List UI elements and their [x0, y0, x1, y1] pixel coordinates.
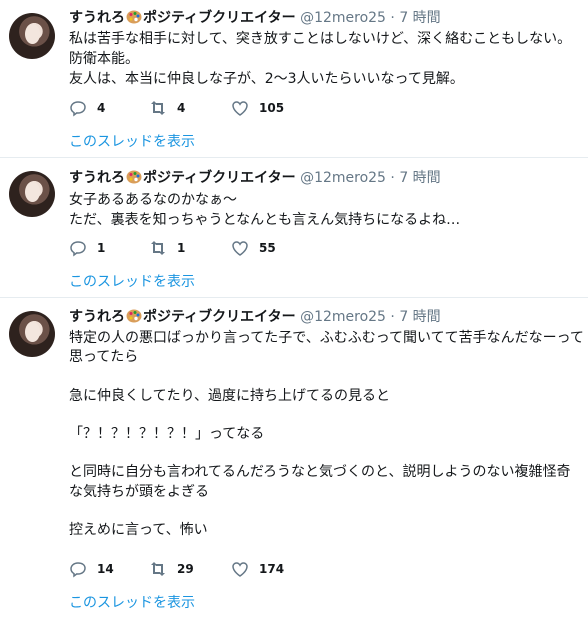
reply-count: 1 — [97, 241, 106, 255]
reply-count: 4 — [97, 101, 106, 115]
retweet-icon — [151, 562, 165, 576]
tweet-header: すうれろ ポジティブクリエイター @12mero25 · 7 時間 — [69, 168, 441, 188]
display-name[interactable]: すうれろ — [69, 10, 125, 26]
retweet-button[interactable]: 4 — [149, 97, 185, 119]
reply-button[interactable]: 4 — [69, 97, 105, 119]
show-thread-link[interactable]: このスレッドを表示 — [69, 131, 195, 151]
like-icon — [232, 101, 248, 116]
palette-icon — [126, 10, 142, 24]
timestamp[interactable]: · 7 時間 — [390, 309, 440, 325]
reply-button[interactable]: 14 — [69, 558, 114, 580]
retweet-icon — [151, 101, 165, 115]
retweet-count: 29 — [177, 562, 194, 576]
timestamp[interactable]: · 7 時間 — [390, 10, 440, 26]
retweet-button[interactable]: 29 — [149, 558, 194, 580]
like-count: 174 — [259, 562, 285, 576]
retweet-count: 4 — [177, 101, 186, 115]
display-name-suffix[interactable]: ポジティブクリエイター — [143, 170, 296, 186]
reply-count: 14 — [97, 562, 114, 576]
timestamp[interactable]: · 7 時間 — [390, 170, 440, 186]
show-thread-link[interactable]: このスレッドを表示 — [69, 592, 195, 612]
reply-icon — [70, 241, 86, 257]
user-handle[interactable]: @12mero25 — [300, 309, 386, 325]
display-name-suffix[interactable]: ポジティブクリエイター — [143, 10, 296, 26]
like-button[interactable]: 105 — [231, 97, 284, 119]
like-count: 55 — [259, 241, 276, 255]
display-name[interactable]: すうれろ — [69, 170, 125, 186]
tweet-header: すうれろ ポジティブクリエイター @12mero25 · 7 時間 — [69, 307, 441, 327]
show-thread-link[interactable]: このスレッドを表示 — [69, 271, 195, 291]
tweet-text: 特定の人の悪口ばっかり言ってた子で、ふむふむって聞いてて苦手なんだなーって思って… — [69, 330, 584, 539]
like-button[interactable]: 55 — [231, 237, 276, 259]
palette-icon — [126, 170, 142, 184]
reply-icon — [70, 562, 86, 578]
user-handle[interactable]: @12mero25 — [300, 10, 386, 26]
like-count: 105 — [259, 101, 285, 115]
display-name[interactable]: すうれろ — [69, 309, 125, 325]
avatar[interactable] — [9, 311, 55, 357]
tweet-3[interactable]: すうれろ ポジティブクリエイター @12mero25 · 7 時間 特定の人の悪口… — [0, 298, 588, 619]
like-icon — [232, 241, 248, 256]
reply-icon — [70, 101, 86, 117]
reply-button[interactable]: 1 — [69, 237, 105, 259]
avatar[interactable] — [9, 13, 55, 59]
like-icon — [232, 562, 248, 577]
tweet-text: 女子あるあるなのかなぁ～ ただ、裏表を知っちゃうとなんとも言えん気持ちになるよね… — [69, 192, 461, 228]
user-handle[interactable]: @12mero25 — [300, 170, 386, 186]
like-button[interactable]: 174 — [231, 558, 284, 580]
tweet-text: 私は苦手な相手に対して、突き放すことはしないけど、深く絡むこともしない。 防衛本… — [69, 31, 572, 87]
retweet-count: 1 — [177, 241, 186, 255]
retweet-icon — [151, 241, 165, 255]
tweet-2[interactable]: すうれろ ポジティブクリエイター @12mero25 · 7 時間 女子あるあるな… — [0, 158, 588, 298]
tweet-header: すうれろ ポジティブクリエイター @12mero25 · 7 時間 — [69, 8, 441, 28]
palette-icon — [126, 309, 142, 323]
tweet-1[interactable]: すうれろ ポジティブクリエイター @12mero25 · 7 時間 私は苦手な相手… — [0, 0, 588, 158]
display-name-suffix[interactable]: ポジティブクリエイター — [143, 309, 296, 325]
avatar[interactable] — [9, 171, 55, 217]
retweet-button[interactable]: 1 — [149, 237, 185, 259]
